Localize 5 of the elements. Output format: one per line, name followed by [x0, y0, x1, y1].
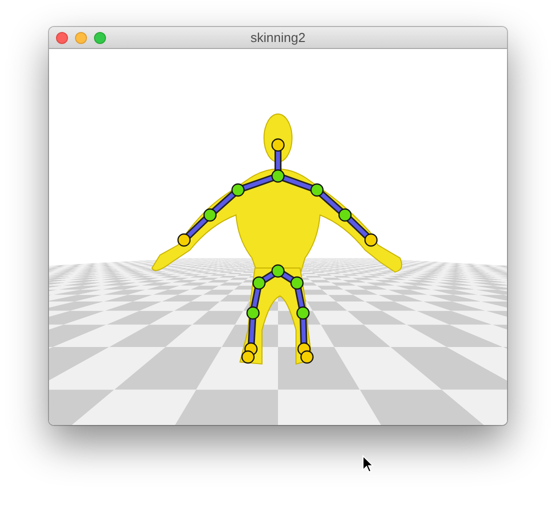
cursor-icon — [362, 455, 374, 473]
minimize-button[interactable] — [75, 32, 87, 44]
zoom-button[interactable] — [94, 32, 106, 44]
window-title: skinning2 — [250, 30, 306, 45]
close-button[interactable] — [56, 32, 68, 44]
